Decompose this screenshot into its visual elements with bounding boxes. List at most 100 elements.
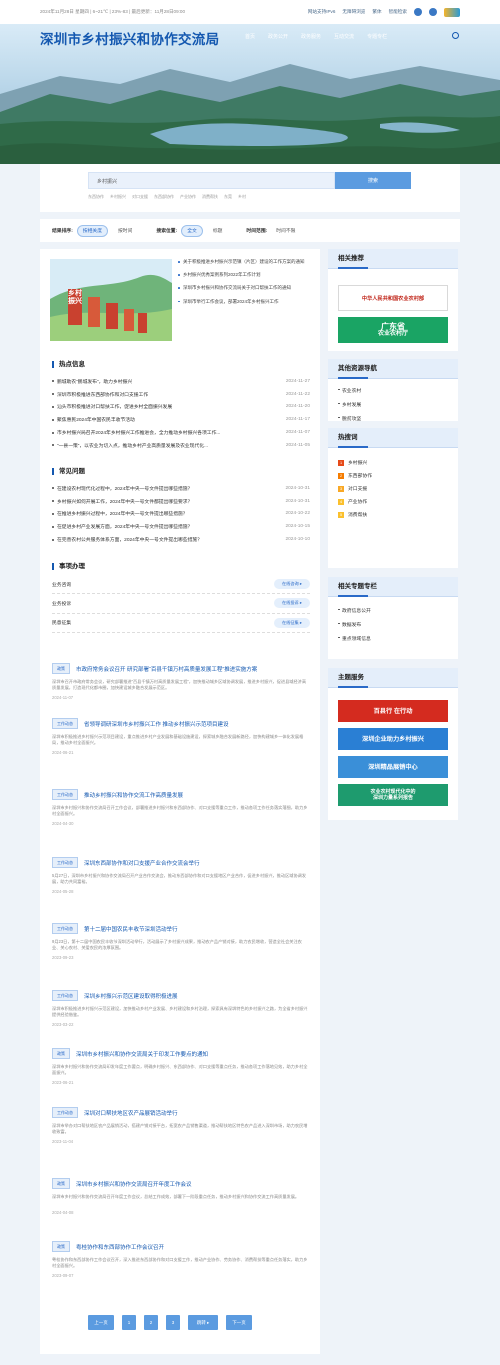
theme-banner-1[interactable]: 百县行 在行动 — [338, 700, 448, 722]
online-survey-button[interactable]: 在线征集 ▸ — [273, 617, 310, 628]
hot-search-item[interactable]: 4 产业协作 — [328, 495, 458, 508]
sort-relevance[interactable]: 按相关度 — [76, 224, 108, 237]
related-recommend-panel: 相关推荐 中华人民共和国农业农村部 广东省 农业农村厅 — [328, 249, 458, 351]
faq-heading: 常见问题 — [52, 468, 85, 475]
nav-open-gov[interactable]: 政务公开 — [268, 33, 288, 40]
list-item[interactable]: 市乡村振兴局召开2024年乡村振兴工作推进会，全力推动乡村振兴各项工作... 20… — [52, 426, 310, 439]
service-title: 业务投诉 — [52, 601, 72, 607]
theme-banner-4[interactable]: 农业农村现代化中的 深圳力量系列报告 — [338, 784, 448, 806]
featured-item[interactable]: 关于积极推进乡村振兴示范镇（片区）建设的工作方案的通知 — [178, 259, 314, 272]
jump-page-button[interactable]: 跳转 ▸ — [188, 1315, 218, 1330]
hotword[interactable]: 乡村振兴 — [110, 194, 126, 200]
article-date: 2024-04-30 — [52, 821, 74, 826]
accessibility-link[interactable]: 无障碍浏览 — [342, 9, 365, 15]
article-title[interactable]: 深圳乡村振兴示范区建设取得积极进展 — [84, 992, 178, 1000]
theme-banner-3[interactable]: 深圳精品展销中心 — [338, 756, 448, 778]
featured-image[interactable]: 乡村振兴 — [50, 259, 172, 341]
hot-search-item[interactable]: 5 消费帮扶 — [328, 508, 458, 521]
featured-item[interactable]: 乡村振兴优秀案例系列2022年工作计划 — [178, 272, 314, 285]
article-summary: 深圳市乡村振兴和协作交流局召开工作会议，部署推进乡村振兴和东西部协作、对口支援等… — [52, 805, 308, 816]
time-label: 时间范围: — [246, 229, 268, 234]
main-nav: 首页 政务公开 政务服务 互动交流 专题专栏 — [245, 33, 387, 40]
list-item[interactable]: 鹏城助农“鹏城发布”，助力乡村振兴 2024-11-27 — [52, 375, 310, 388]
hotword[interactable]: 产业协作 — [180, 194, 196, 200]
article-date: 2024-04-08 — [52, 1210, 74, 1215]
topic-link[interactable]: 重点领域信息 — [328, 631, 458, 645]
main-results: 乡村振兴 关于积极推进乡村振兴示范镇（片区）建设的工作方案的通知 乡村振兴优秀案… — [40, 249, 320, 1354]
online-consult-button[interactable]: 在线咨询 ▸ — [273, 579, 310, 590]
nav-interaction[interactable]: 互动交流 — [334, 33, 354, 40]
article-title[interactable]: 深圳市乡村振兴和协作交流局召开年度工作会议 — [76, 1180, 192, 1188]
article-item: 政策 粤桂协作和东西部协作工作会议召开 粤桂协作和东西部协作工作会议召开，深入推进东… — [52, 1241, 310, 1278]
position-title[interactable]: 标题 — [208, 226, 228, 236]
article-title[interactable]: 市政府常务会议召开 研究部署“百县千镇万村高质量发展工程”推进实施方案 — [76, 665, 257, 673]
list-item[interactable]: 深圳市积极推进东西部协作和对口支援工作 2024-11-22 — [52, 388, 310, 401]
article-item: 政策 深圳市乡村振兴和协作交流局关于印发工作要点的通知 深圳市乡村振兴和协作交流局印… — [52, 1048, 310, 1085]
hotword[interactable]: 东西部协作 — [154, 194, 174, 200]
nav-services[interactable]: 政务服务 — [301, 33, 321, 40]
page-3-button[interactable]: 3 — [166, 1315, 180, 1330]
article-tag: 工作动态 — [52, 718, 78, 729]
hotword[interactable]: 对口支援 — [132, 194, 148, 200]
search-panel: 乡村振兴 搜索 东西协作 乡村振兴 对口支援 东西部协作 产业协作 消费帮扶 东… — [40, 164, 460, 212]
user-icon[interactable] — [429, 8, 437, 16]
article-title[interactable]: 粤桂协作和东西部协作工作会议召开 — [76, 1243, 164, 1251]
topic-link[interactable]: 政府信息公开 — [328, 603, 458, 617]
page-1-button[interactable]: 1 — [122, 1315, 136, 1330]
search-input[interactable]: 乡村振兴 — [88, 172, 335, 189]
hot-search-item[interactable]: 3 对口支援 — [328, 482, 458, 495]
list-item[interactable]: 汕头市积极推进对口帮扶工作，促进乡村全面振兴发展 2024-11-20 — [52, 401, 310, 414]
moa-banner[interactable]: 中华人民共和国农业农村部 — [338, 285, 448, 311]
list-item[interactable]: 乡村振兴如何开展工作，2024年中央一号文件都提出哪些要求？ 2024-10-31 — [52, 495, 310, 508]
search-icon[interactable] — [452, 32, 459, 39]
topic-link[interactable]: 数据发布 — [328, 617, 458, 631]
page-2-button[interactable]: 2 — [144, 1315, 158, 1330]
nav-topics[interactable]: 专题专栏 — [367, 33, 387, 40]
hot-search-item[interactable]: 2 东西部协作 — [328, 469, 458, 482]
hot-info-list: 鹏城助农“鹏城发布”，助力乡村振兴 2024-11-27 深圳市积极推进东西部协作… — [52, 375, 310, 452]
time-range-select[interactable]: 时间不限 — [271, 226, 300, 236]
gd-agri-banner[interactable]: 广东省 农业农村厅 — [338, 317, 448, 343]
article-title[interactable]: 深圳市乡村振兴和协作交流局关于印发工作要点的通知 — [76, 1050, 208, 1058]
nav-home[interactable]: 首页 — [245, 33, 255, 40]
hot-search-item[interactable]: 1 乡村振兴 — [328, 456, 458, 469]
position-fulltext[interactable]: 全文 — [181, 224, 203, 237]
article-title[interactable]: 深圳对口帮扶地区农产品展销活动举行 — [84, 1109, 178, 1117]
article-summary: 深圳市积极推进乡村振兴示范区建设，加快推动乡村产业发展、乡村建设和乡村治理，探索… — [52, 1006, 308, 1017]
article-title[interactable]: 深圳东西部协作和对口支援产业合作交流会举行 — [84, 859, 200, 867]
featured-item[interactable]: 深圳市举行工作会议，部署2024年乡村振兴工作 — [178, 299, 314, 312]
list-item[interactable]: 在推进乡村振兴过程中，2024年中央一号文件提出哪些措施？ 2024-10-22 — [52, 508, 310, 521]
article-title[interactable]: 省领导调研深圳市乡村振兴工作 推动乡村振兴示范项目建设 — [84, 720, 229, 728]
hotword[interactable]: 东莞 — [224, 194, 232, 200]
list-item[interactable]: 聚焦惠民2024年中国农民丰收节活动 2024-11-17 — [52, 413, 310, 426]
smart-search-link[interactable]: 智能检索 — [389, 9, 407, 15]
featured-item[interactable]: 深圳市乡村振兴和协作交流局关于对口帮扶工作的通知 — [178, 285, 314, 298]
hot-info-heading: 热点信息 — [52, 361, 85, 368]
article-title[interactable]: 第十二届中国农民丰收节深圳活动举行 — [84, 925, 178, 933]
list-item[interactable]: 在促进乡村产业发展方面，2024年中央一号文件提出哪些措施？ 2024-10-15 — [52, 520, 310, 533]
traditional-chinese-link[interactable]: 繁体 — [372, 9, 381, 15]
resource-link[interactable]: 脱贫攻坚 — [328, 411, 458, 425]
ipv6-link[interactable]: 网站支持IPv6 — [308, 9, 336, 15]
resource-link[interactable]: 农业农村 — [328, 383, 458, 397]
sort-time[interactable]: 按时间 — [113, 226, 137, 236]
prev-page-button[interactable]: 上一页 — [88, 1315, 114, 1330]
article-item: 工作动态 省领导调研深圳市乡村振兴工作 推动乡村振兴示范项目建设 深圳市积极推进乡村… — [52, 718, 310, 755]
faq-list: 在建设农村现代化过程中，2024年中央一号文件提出哪些措施？ 2024-10-31… — [52, 482, 310, 546]
hotword[interactable]: 乡村 — [238, 194, 246, 200]
article-title[interactable]: 推动乡村振兴和协作交流工作高质量发展 — [84, 791, 183, 799]
list-item[interactable]: 在建设农村现代化过程中，2024年中央一号文件提出哪些措施？ 2024-10-31 — [52, 482, 310, 495]
services-list: 业务咨询 在线咨询 ▸ 业务投诉 在线投诉 ▸ 民意征集 在线征集 ▸ — [52, 575, 310, 633]
online-complaint-button[interactable]: 在线投诉 ▸ — [273, 598, 310, 609]
article-summary: 深圳市乡村振兴和协作交流局召开年度工作会议，总结工作成效，部署下一阶段重点任务，… — [52, 1194, 300, 1199]
list-item[interactable]: “一县一策”，以农业为切入点，推动乡村产业高质量发展及农业现代化... 2024-… — [52, 439, 310, 452]
article-tag: 工作动态 — [52, 789, 78, 800]
message-icon[interactable] — [414, 8, 422, 16]
search-button[interactable]: 搜索 — [335, 172, 411, 189]
resource-link[interactable]: 乡村发展 — [328, 397, 458, 411]
list-item[interactable]: 在完善农村公共服务体系方面，2024年中央一号文件提出哪些措施？ 2024-10-… — [52, 533, 310, 546]
theme-banner-2[interactable]: 深圳企业助力乡村振兴 — [338, 728, 448, 750]
next-page-button[interactable]: 下一页 — [226, 1315, 252, 1330]
hotword[interactable]: 消费帮扶 — [202, 194, 218, 200]
hotword[interactable]: 东西协作 — [88, 194, 104, 200]
